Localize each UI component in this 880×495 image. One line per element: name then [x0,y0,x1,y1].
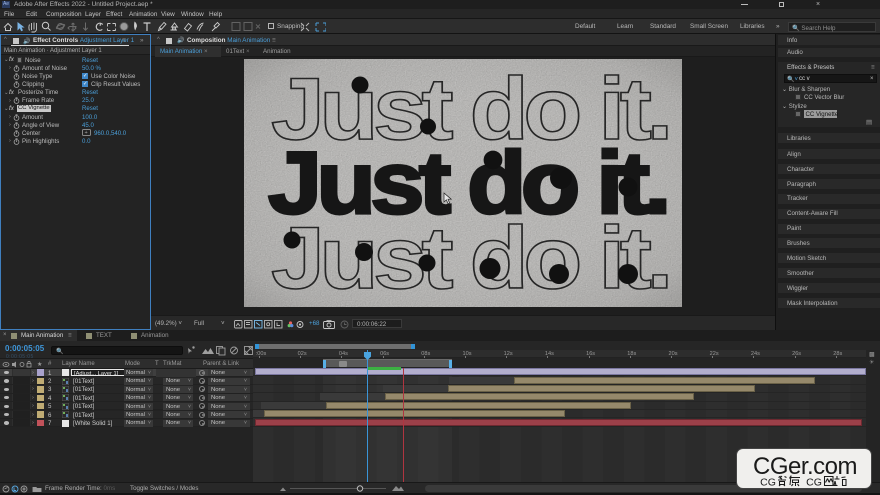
svg-text:CG: CG [806,477,822,489]
svg-text:CG: CG [760,477,776,489]
svg-text:Just do it.: Just do it. [271,208,668,307]
